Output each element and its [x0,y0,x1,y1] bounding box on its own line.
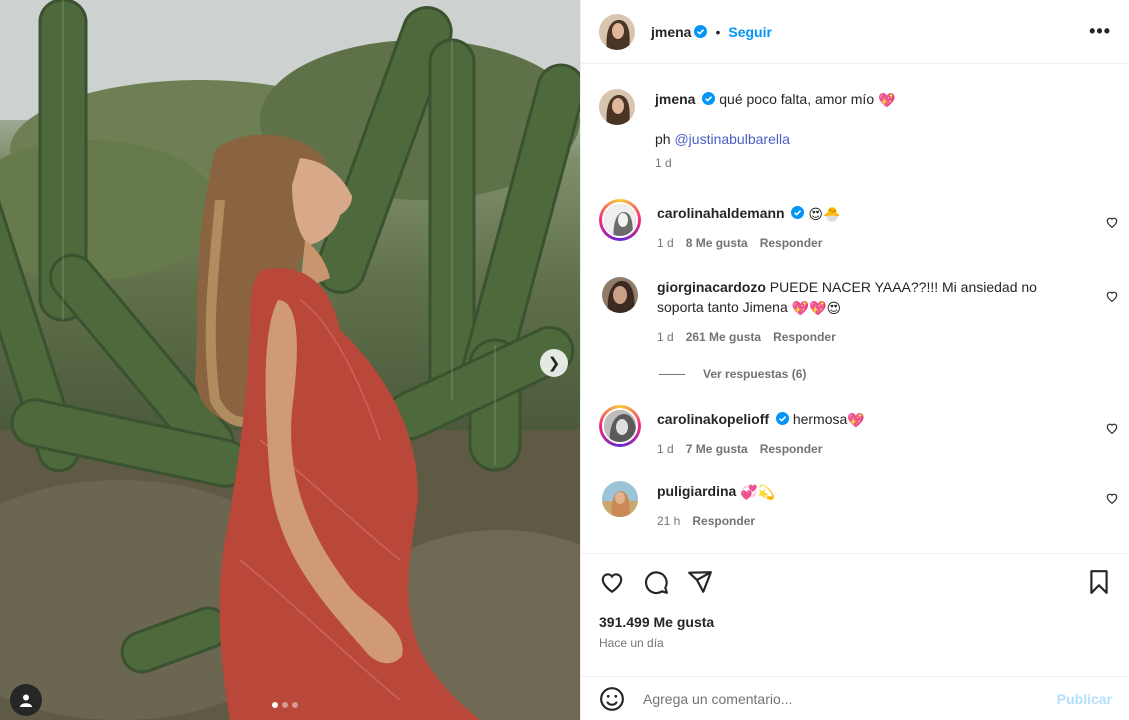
caption-username[interactable]: jmena [655,91,695,107]
replies-divider [659,373,685,375]
credit-mention-link[interactable]: @justinabulbarella [674,131,789,147]
comment-emoji: 💖 [847,413,865,429]
comment-emoji: 💖💖😍 [791,301,842,317]
author-avatar[interactable] [599,13,635,50]
commenter-avatar[interactable] [602,481,638,517]
photo-scene [0,0,580,720]
likes-count[interactable]: 391.499 Me gusta [599,614,1112,630]
heart-icon[interactable] [1105,289,1119,303]
user-tags-button[interactable] [10,684,42,716]
comment-icon[interactable] [643,569,669,595]
comment-item: giorginacardozo PUEDE NACER YAAA??!!! Mi… [599,277,1119,347]
separator-dot: • [715,23,721,40]
post-timestamp[interactable]: Hace un día [599,636,1112,650]
heart-icon[interactable] [1105,215,1119,229]
follow-button[interactable]: Seguir [728,24,772,40]
comment-timestamp[interactable]: 1 d [657,233,674,253]
reply-button[interactable]: Responder [760,439,823,459]
comment-item: carolinakopelioff hermosa💖 1 d 7 Me gust… [599,405,1119,459]
heart-icon[interactable] [599,569,625,595]
heart-icon[interactable] [1105,491,1119,505]
post-actions: 391.499 Me gusta Hace un día [581,553,1129,650]
comments-list: jmena qué poco falta, amor mío 💖 ph @jus… [581,65,1129,552]
post-comment-button[interactable]: Publicar [1057,691,1112,707]
comment-likes[interactable]: 7 Me gusta [686,439,748,459]
heart-icon[interactable] [1105,421,1119,435]
comment-text: hermosa [792,411,848,427]
verified-icon [702,92,716,105]
comment-username[interactable]: puligiardina [657,483,736,499]
carousel-dot [292,702,298,708]
next-photo-button[interactable]: ❯ [540,349,568,377]
post-caption: jmena qué poco falta, amor mío 💖 ph @jus… [599,89,1119,173]
comment-likes[interactable]: 8 Me gusta [686,233,748,253]
verified-icon [775,412,789,425]
comment-likes[interactable]: 261 Me gusta [686,327,761,347]
verified-icon [694,25,708,38]
view-replies-label[interactable]: Ver respuestas (6) [703,367,806,381]
commenter-avatar[interactable] [602,277,638,313]
reply-button[interactable]: Responder [692,511,755,531]
caption-emoji: 💖 [878,93,896,109]
comment-item: puligiardina 💞💫 21 h Responder [599,481,1119,531]
comment-timestamp[interactable]: 21 h [657,511,680,531]
post-header: jmena • Seguir ••• [581,0,1129,64]
next-arrow-icon: ❯ [547,355,561,372]
comment-username[interactable]: carolinahaldemann [657,205,785,221]
credit-prefix: ph [655,131,671,147]
add-comment-bar: Agrega un comentario... Publicar [581,676,1129,720]
commenter-avatar[interactable] [599,405,641,447]
caption-timestamp[interactable]: 1 d [655,153,672,173]
author-username[interactable]: jmena [651,24,691,40]
share-icon[interactable] [687,569,713,595]
comment-username[interactable]: carolinakopelioff [657,411,769,427]
comment-timestamp[interactable]: 1 d [657,439,674,459]
carousel-dot [272,702,278,708]
post-side-panel: jmena • Seguir ••• jmena qué poco falta,… [580,0,1129,720]
commenter-avatar[interactable] [599,199,641,241]
carousel-indicator [272,702,298,708]
caption-text: qué poco falta, amor mío [719,91,875,107]
user-tag-icon [20,694,32,707]
save-icon[interactable] [1086,569,1112,595]
reply-button[interactable]: Responder [773,327,836,347]
author-avatar[interactable] [599,89,635,125]
more-options-icon[interactable]: ••• [1089,21,1111,42]
action-icons [599,568,1112,596]
comment-item: carolinahaldemann 😍🐣 1 d 8 Me gusta Resp… [599,199,1119,253]
comment-username[interactable]: giorginacardozo [657,279,766,295]
post-photo[interactable]: ❯ [0,0,580,720]
emoji-icon[interactable] [599,686,625,712]
comment-timestamp[interactable]: 1 d [657,327,674,347]
carousel-dot [282,702,288,708]
verified-icon [791,206,805,219]
view-replies-button[interactable]: Ver respuestas (6) [659,367,806,381]
comment-input[interactable]: Agrega un comentario... [643,691,1057,707]
comment-emoji: 😍🐣 [808,207,841,223]
reply-button[interactable]: Responder [760,233,823,253]
comment-emoji: 💞💫 [740,485,776,501]
